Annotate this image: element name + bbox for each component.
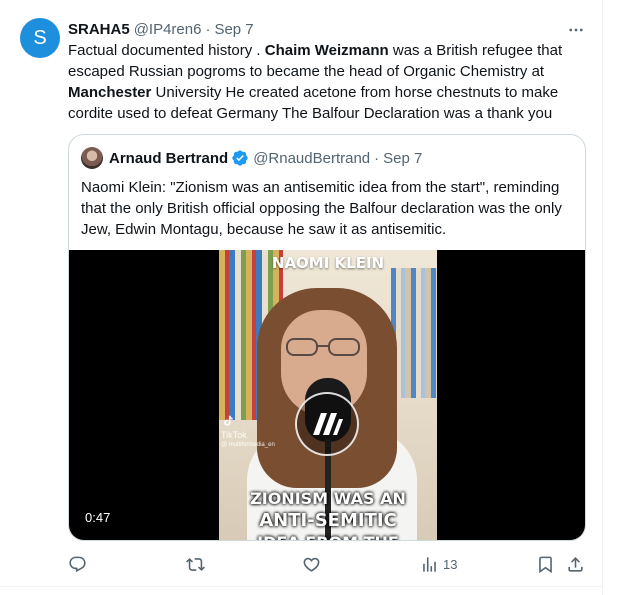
tweet-date[interactable]: Sep 7 <box>214 21 253 38</box>
more-button[interactable] <box>564 18 588 42</box>
share-button[interactable] <box>566 552 585 576</box>
video-caption: ZIONISM WAS AN ANTI-SEMITIC IDEA FROM TH… <box>219 488 437 540</box>
like-icon <box>303 557 320 572</box>
more-icon <box>569 28 583 32</box>
quoted-tweet[interactable]: Arnaud Bertrand @RnaudBertrand · Sep 7 N… <box>68 134 586 541</box>
separator-dot: · <box>205 20 211 38</box>
avatar-letter: S <box>33 26 47 49</box>
play-button[interactable] <box>295 392 359 456</box>
reply-button[interactable] <box>68 552 91 576</box>
action-bar: 13 <box>68 552 593 576</box>
tweet-header: SRAHA5 @IP4ren6 · Sep 7 <box>68 19 254 39</box>
caption-line: ANTI-SEMITIC <box>259 510 397 531</box>
views-button[interactable]: 13 <box>420 552 457 576</box>
separator-dot: · <box>374 149 380 167</box>
play-logo-icon <box>313 413 343 435</box>
share-icon <box>568 556 583 572</box>
reply-icon <box>69 556 86 572</box>
quote-author-handle[interactable]: @RnaudBertrand <box>253 150 370 167</box>
tweet-text-part: Factual documented history . <box>68 42 265 59</box>
retweet-icon <box>186 557 205 571</box>
author-name[interactable]: SRAHA5 <box>68 21 130 38</box>
tweet-text-bold: Manchester <box>68 84 152 101</box>
like-button[interactable] <box>302 552 325 576</box>
bookmark-icon <box>539 556 552 573</box>
views-icon <box>423 556 436 572</box>
glasses <box>286 338 360 356</box>
caption-line: IDEA FROM THE <box>219 532 437 540</box>
tiktok-logo-icon <box>224 415 233 426</box>
video-player[interactable]: NAOMI KLEIN TikTok @ multiformedia_en ZI… <box>69 250 585 540</box>
verified-badge-icon <box>232 150 248 166</box>
author-handle[interactable]: @IP4ren6 <box>134 21 202 38</box>
tweet-text-bold: Chaim Weizmann <box>264 42 389 59</box>
author-avatar[interactable]: S <box>20 18 60 58</box>
bookshelf <box>391 268 437 398</box>
quote-date[interactable]: Sep 7 <box>383 150 422 167</box>
quote-header: Arnaud Bertrand @RnaudBertrand · Sep 7 <box>81 147 422 169</box>
quote-text: Naomi Klein: "Zionism was an antisemitic… <box>81 179 562 238</box>
video-overlay-title: NAOMI KLEIN <box>271 254 385 272</box>
views-count: 13 <box>443 556 458 572</box>
bookmark-button[interactable] <box>536 552 555 576</box>
tweet-text: Factual documented history . Chaim Weizm… <box>68 40 593 124</box>
tiktok-label: TikTok <box>221 430 247 440</box>
quote-author-name[interactable]: Arnaud Bertrand <box>109 150 228 167</box>
tiktok-watermark: TikTok @ multiformedia_en <box>221 414 275 450</box>
caption-line: ZIONISM WAS AN <box>250 489 406 508</box>
video-frame: NAOMI KLEIN TikTok @ multiformedia_en ZI… <box>219 250 437 540</box>
tiktok-user: @ multiformedia_en <box>221 442 275 448</box>
quote-avatar[interactable] <box>81 147 103 169</box>
video-duration: 0:47 <box>79 508 117 527</box>
divider <box>0 586 603 587</box>
retweet-button[interactable] <box>186 552 209 576</box>
